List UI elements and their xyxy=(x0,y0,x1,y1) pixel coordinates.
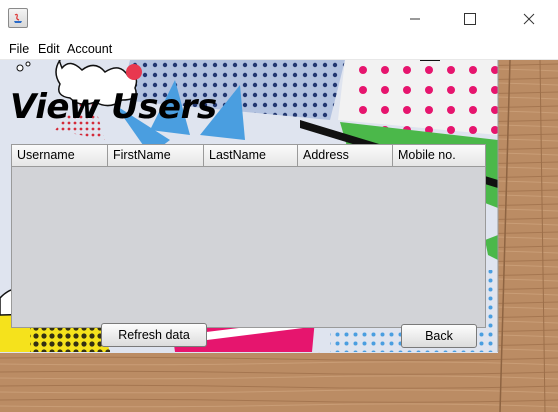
menu-file[interactable]: File xyxy=(9,42,29,56)
column-header-mobile[interactable]: Mobile no. xyxy=(393,145,485,166)
column-header-address[interactable]: Address xyxy=(298,145,393,166)
refresh-data-button[interactable]: Refresh data xyxy=(101,323,207,347)
minimize-icon[interactable] xyxy=(392,0,438,38)
users-table[interactable]: Username FirstName LastName Address Mobi… xyxy=(11,144,486,328)
content-panel: View Users Username FirstName LastName A… xyxy=(0,60,558,412)
table-header: Username FirstName LastName Address Mobi… xyxy=(12,145,485,167)
page-title: View Users xyxy=(10,87,217,127)
close-icon[interactable] xyxy=(506,0,552,38)
menu-account[interactable]: Account xyxy=(67,42,112,56)
menu-edit[interactable]: Edit xyxy=(38,42,60,56)
title-bar xyxy=(0,0,558,38)
column-header-lastname[interactable]: LastName xyxy=(204,145,298,166)
maximize-icon[interactable] xyxy=(447,0,493,38)
java-icon xyxy=(8,8,28,28)
back-button[interactable]: Back xyxy=(401,324,477,348)
menu-bar: File Edit Account xyxy=(0,38,558,60)
column-header-username[interactable]: Username xyxy=(12,145,108,166)
column-header-firstname[interactable]: FirstName xyxy=(108,145,204,166)
